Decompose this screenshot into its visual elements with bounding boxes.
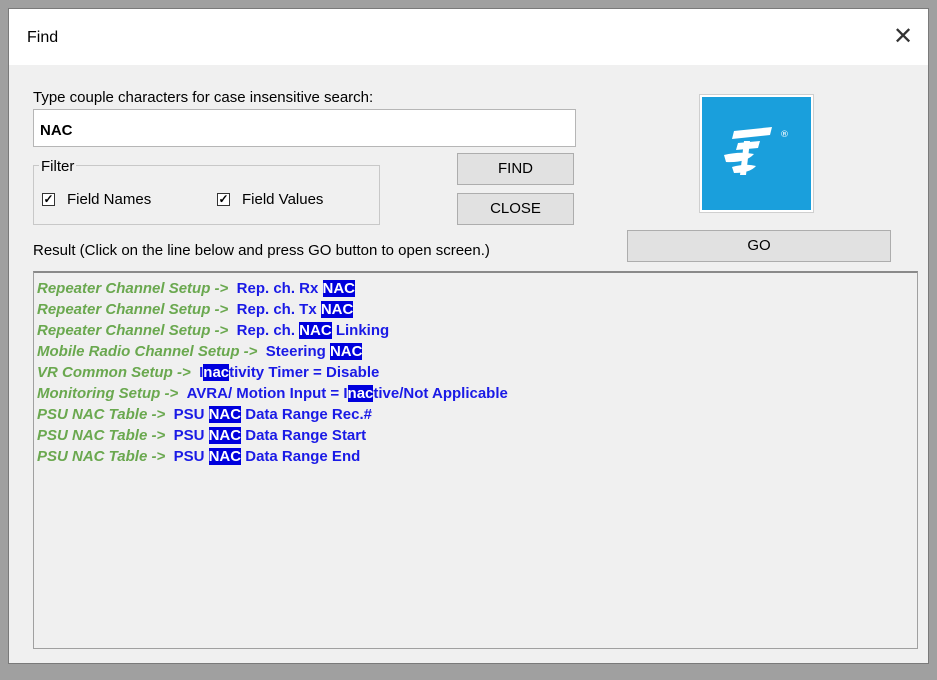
result-row[interactable]: PSU NAC Table -> PSU NAC Data Range End: [37, 446, 917, 467]
close-icon[interactable]: ✕: [888, 21, 918, 51]
result-row-match: NAC: [208, 406, 242, 423]
result-row[interactable]: VR Common Setup -> Inactivity Timer = Di…: [37, 362, 917, 383]
result-row[interactable]: Repeater Channel Setup -> Rep. ch. Rx NA…: [37, 278, 917, 299]
result-row-field-after: tive/Not Applicable: [373, 385, 508, 402]
result-row[interactable]: PSU NAC Table -> PSU NAC Data Range Rec.…: [37, 404, 917, 425]
result-row-field-before: Rep. ch. Tx: [236, 301, 321, 318]
result-row-section: Monitoring Setup ->: [37, 385, 179, 402]
result-row-match: NAC: [299, 322, 332, 339]
result-row-section: VR Common Setup ->: [37, 364, 191, 381]
title-bar: Find ✕: [9, 9, 928, 65]
result-row-field-after: Data Range End: [241, 448, 361, 465]
result-row[interactable]: PSU NAC Table -> PSU NAC Data Range Star…: [37, 425, 917, 446]
result-row-section: Repeater Channel Setup ->: [37, 280, 229, 297]
result-row-section: Repeater Channel Setup ->: [37, 322, 229, 339]
company-logo: ®: [700, 95, 813, 212]
field-values-label: Field Values: [242, 191, 324, 208]
result-row-match: NAC: [320, 301, 354, 318]
search-input[interactable]: [33, 109, 576, 147]
result-row[interactable]: Monitoring Setup -> AVRA/ Motion Input =…: [37, 383, 917, 404]
filter-legend: Filter: [39, 158, 77, 175]
result-row-field-after: Data Range Rec.#: [241, 406, 372, 423]
field-names-label: Field Names: [67, 191, 152, 208]
search-prompt-label: Type couple characters for case insensit…: [33, 89, 374, 106]
field-values-checkbox[interactable]: ✓ Field Values: [217, 191, 323, 208]
result-row-field-after: Data Range Start: [241, 427, 367, 444]
go-button[interactable]: GO: [627, 230, 891, 262]
find-dialog: Find ✕ Type couple characters for case i…: [8, 8, 929, 664]
result-row-match: nac: [347, 385, 374, 402]
result-row[interactable]: Repeater Channel Setup -> Rep. ch. NAC L…: [37, 320, 917, 341]
company-logo-icon: ®: [724, 127, 789, 175]
result-row[interactable]: Mobile Radio Channel Setup -> Steering N…: [37, 341, 917, 362]
result-row-match: NAC: [329, 343, 363, 360]
result-label: Result (Click on the line below and pres…: [33, 242, 490, 259]
field-values-check-icon[interactable]: ✓: [217, 193, 230, 206]
field-names-check-icon[interactable]: ✓: [42, 193, 55, 206]
close-button[interactable]: CLOSE: [457, 193, 574, 225]
result-row-field-before: PSU: [173, 427, 209, 444]
result-list[interactable]: Repeater Channel Setup -> Rep. ch. Rx NA…: [33, 271, 918, 649]
result-row-field-after: Linking: [331, 322, 390, 339]
result-row-field-before: PSU: [173, 406, 209, 423]
result-row-section: Repeater Channel Setup ->: [37, 301, 229, 318]
result-row-field-after: tivity Timer = Disable: [229, 364, 380, 381]
result-row-section: PSU NAC Table ->: [37, 427, 166, 444]
find-button[interactable]: FIND: [457, 153, 574, 185]
result-row[interactable]: Repeater Channel Setup -> Rep. ch. Tx NA…: [37, 299, 917, 320]
window-title: Find: [27, 29, 59, 46]
result-row-section: Mobile Radio Channel Setup ->: [37, 343, 258, 360]
field-names-checkbox[interactable]: ✓ Field Names: [42, 191, 151, 208]
result-row-section: PSU NAC Table ->: [37, 448, 166, 465]
result-row-match: NAC: [322, 280, 355, 297]
result-row-field-before: Rep. ch.: [236, 322, 300, 339]
result-row-field-before: AVRA/ Motion Input = I: [186, 385, 348, 402]
result-row-match: nac: [203, 364, 230, 381]
result-row-match: NAC: [208, 448, 242, 465]
result-row-match: NAC: [208, 427, 242, 444]
result-row-field-before: Steering: [265, 343, 330, 360]
result-row-field-before: Rep. ch. Rx: [236, 280, 323, 297]
result-row-field-before: PSU: [173, 448, 209, 465]
registered-mark: ®: [780, 130, 789, 140]
result-row-section: PSU NAC Table ->: [37, 406, 166, 423]
